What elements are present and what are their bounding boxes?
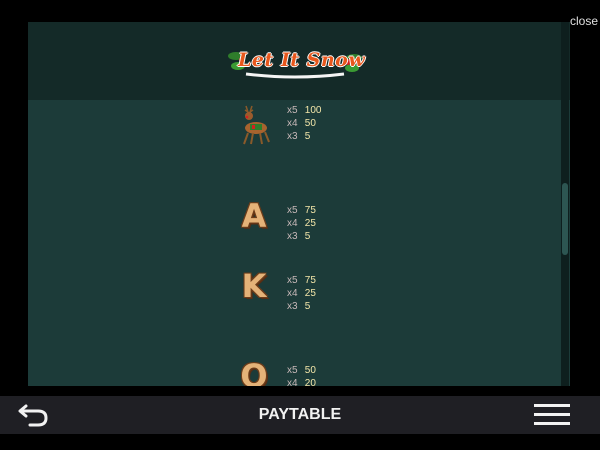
menu-line [534, 404, 570, 407]
letter-k-icon: K [241, 267, 267, 305]
menu-line [534, 422, 570, 425]
pay-count: x4 [287, 288, 298, 299]
pay-amount: 50 [304, 118, 316, 129]
pay-line: x4 20 [287, 377, 316, 386]
pay-count: x5 [287, 205, 298, 216]
pay-line: x4 25 [287, 287, 316, 300]
letter-q-icon: Q [240, 357, 268, 386]
pay-line: x4 50 [287, 117, 321, 130]
pay-line: x5 75 [287, 204, 316, 217]
pay-line: x5 75 [287, 274, 316, 287]
pay-amount: 75 [304, 275, 316, 286]
pay-amount: 25 [304, 288, 316, 299]
reindeer-icon [243, 105, 270, 145]
pay-count: x4 [287, 378, 298, 386]
pay-count: x5 [287, 275, 298, 286]
pay-amount: 5 [304, 131, 311, 142]
pay-amount: 50 [304, 365, 316, 376]
game-logo: Let It Snow [228, 44, 366, 80]
paytable-header: Let It Snow [28, 22, 570, 100]
pay-line: x3 5 [287, 300, 316, 313]
logo-text: Let It Snow [238, 49, 366, 71]
pay-line: x3 5 [287, 130, 321, 143]
pay-line: x5 50 [287, 364, 316, 377]
menu-line [534, 413, 570, 416]
pay-line: x5 100 [287, 104, 321, 117]
pay-list: x5 100 x4 50 x3 5 [287, 104, 321, 143]
pay-amount: 100 [304, 105, 322, 116]
pay-amount: 5 [304, 301, 311, 312]
pay-line: x3 5 [287, 230, 316, 243]
pay-count: x3 [287, 131, 298, 142]
pay-count: x5 [287, 105, 298, 116]
paytable-content: x5 100 x4 50 x3 5 A x5 75 x4 25 x3 5 K x… [28, 100, 570, 386]
pay-amount: 25 [304, 218, 316, 229]
paytable-modal: Let It Snow x5 100 x4 50 x3 5 A x5 75 x4… [28, 22, 570, 386]
scrollbar-thumb[interactable] [562, 183, 568, 255]
pay-amount: 75 [304, 205, 316, 216]
pay-count: x4 [287, 118, 298, 129]
footer-bar: PAYTABLE [0, 396, 600, 434]
pay-list: x5 50 x4 20 x3 5 [287, 364, 316, 386]
close-link[interactable]: close [570, 14, 598, 28]
pay-line: x4 25 [287, 217, 316, 230]
page-title: PAYTABLE [258, 406, 342, 423]
pay-count: x3 [287, 301, 298, 312]
pay-amount: 5 [304, 231, 311, 242]
hamburger-menu-icon[interactable] [534, 404, 570, 426]
pay-count: x3 [287, 231, 298, 242]
pay-list: x5 75 x4 25 x3 5 [287, 204, 316, 243]
pay-count: x5 [287, 365, 298, 376]
pay-list: x5 75 x4 25 x3 5 [287, 274, 316, 313]
scrollbar-track[interactable] [561, 22, 569, 386]
pay-count: x4 [287, 218, 298, 229]
pay-amount: 20 [304, 378, 316, 386]
letter-a-icon: A [241, 197, 267, 235]
